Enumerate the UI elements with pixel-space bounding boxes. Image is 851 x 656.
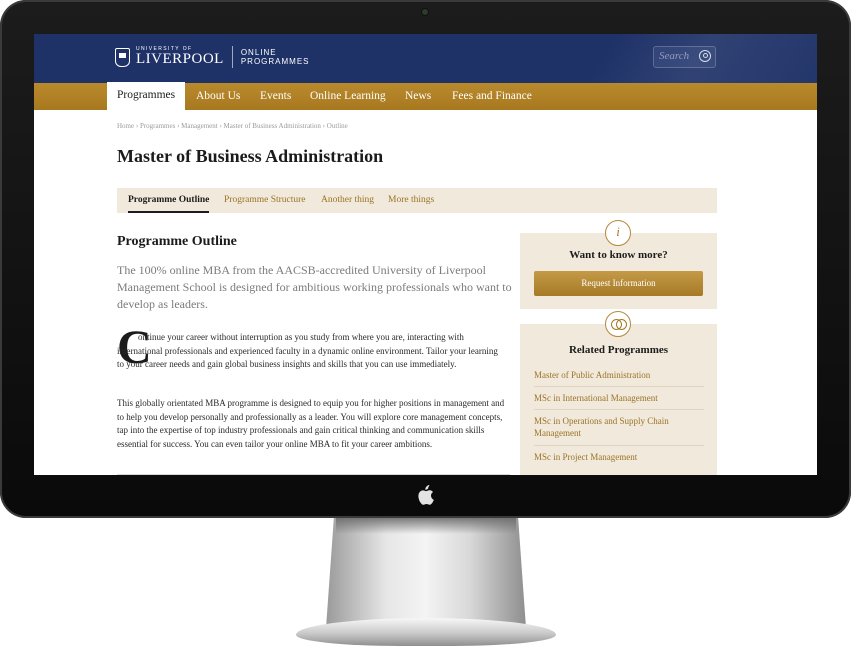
monitor-base [296,618,556,646]
info-icon: i [616,224,620,239]
apple-logo-icon [418,485,434,505]
tab-another-thing[interactable]: Another thing [321,188,374,213]
page-title: Master of Business Administration [117,146,384,166]
related-programme-link[interactable]: Master of Public Administration [534,364,704,388]
logo-online-line2: PROGRAMMES [240,57,310,66]
intro-text: The 100% online MBA from the AACSB-accre… [117,263,512,312]
university-logo[interactable]: UNIVERSITY OF LIVERPOOL ONLINE PROGRAMME… [115,44,310,70]
related-programme-link[interactable]: MSc in International Management [534,387,704,411]
tab-more-things[interactable]: More things [388,188,434,213]
tab-programme-outline[interactable]: Programme Outline [128,188,210,213]
main-nav: Programmes About Us Events Online Learni… [34,82,817,111]
stand-shadow [336,516,516,534]
nav-item-online-learning[interactable]: Online Learning [310,83,386,110]
logo-online-text: ONLINE PROGRAMMES [241,48,310,66]
know-more-title: Want to know more? [569,249,668,261]
nav-item-about-us[interactable]: About Us [196,83,240,110]
tab-programme-structure[interactable]: Programme Structure [224,188,306,213]
programme-tabs: Programme Outline Programme Structure An… [117,188,717,213]
body-paragraph-1-text: ontinue your career without interruption… [117,332,498,369]
rings-icon-2 [616,319,627,330]
logo-wordmark: UNIVERSITY OF LIVERPOOL [136,47,224,67]
related-programme-link[interactable]: MSc in Project Management [534,446,704,468]
related-programme-link[interactable]: MSc in Operations and Supply Chain Manag… [534,410,704,446]
browser-screen: UNIVERSITY OF LIVERPOOL ONLINE PROGRAMME… [34,34,817,475]
section-heading: Programme Outline [117,234,237,249]
nav-item-programmes[interactable]: Programmes [107,82,186,111]
nav-item-news[interactable]: News [405,83,431,110]
know-more-panel: i Want to know more? Request Information [520,220,717,309]
camera-icon [422,9,428,15]
content-divider [117,474,510,475]
logo-big-text: LIVERPOOL [136,51,224,67]
dropcap-spacer [117,339,138,340]
site-header: UNIVERSITY OF LIVERPOOL ONLINE PROGRAMME… [34,34,817,83]
rings-badge [605,311,631,337]
info-badge: i [605,220,631,246]
search-placeholder[interactable]: Search [659,50,689,62]
logo-divider [231,46,233,68]
breadcrumb[interactable]: Home › Programmes › Management › Master … [117,122,348,130]
search-box[interactable]: Search [653,46,716,68]
related-programmes-panel: Related Programmes Master of Public Admi… [520,311,717,475]
search-icon[interactable] [699,50,711,62]
body-paragraph-2: This globally orientated MBA programme i… [117,398,505,449]
body-paragraph-1: ontinue your career without interruption… [117,331,507,372]
related-programmes-list: Master of Public Administration MSc in I… [534,364,704,468]
nav-item-fees-and-finance[interactable]: Fees and Finance [452,83,532,110]
request-information-button[interactable]: Request Information [534,271,703,296]
logo-online-line1: ONLINE [240,47,277,57]
crest-icon [115,47,130,67]
related-programmes-title: Related Programmes [568,344,669,356]
nav-item-events[interactable]: Events [260,83,291,110]
